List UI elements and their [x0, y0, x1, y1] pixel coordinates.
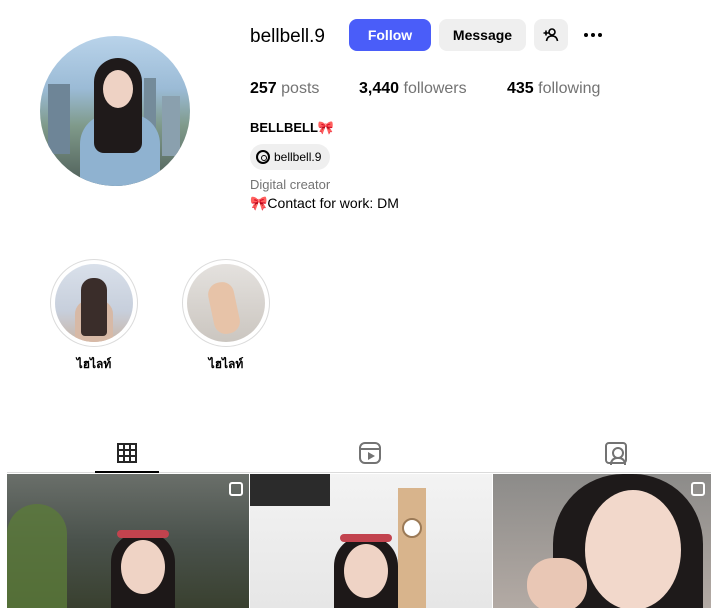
profile-category: Digital creator: [250, 177, 331, 192]
tab-reels[interactable]: [338, 434, 402, 472]
carousel-icon: [229, 482, 243, 496]
highlight-cover: [50, 259, 138, 347]
highlight-cover: [182, 259, 270, 347]
profile-username: bellbell.9: [250, 26, 325, 47]
carousel-icon: [691, 482, 705, 496]
post-thumbnail[interactable]: [493, 474, 711, 608]
followers-count: 3,440: [359, 80, 400, 97]
add-user-icon: [543, 28, 559, 42]
threads-handle: bellbell.9: [274, 150, 322, 164]
active-tab-indicator: [95, 471, 159, 473]
more-options-button[interactable]: [580, 26, 606, 44]
tagged-icon: [605, 442, 627, 465]
tab-tagged[interactable]: [584, 434, 648, 472]
following-count: 435: [507, 80, 534, 97]
tab-posts[interactable]: [95, 434, 159, 472]
posts-count: 257: [250, 80, 277, 97]
profile-bio: 🎀Contact for work: DM: [250, 195, 399, 211]
posts-label: posts: [281, 80, 320, 97]
profile-full-name: BELLBELL🎀: [250, 120, 335, 135]
highlight-label: ไฮไลท์: [76, 357, 112, 371]
more-options-icon: [584, 33, 588, 37]
posts-stat: 257 posts: [250, 80, 319, 98]
highlight-item[interactable]: ไฮไลท์: [181, 259, 271, 374]
add-user-button[interactable]: [534, 19, 568, 51]
follow-button[interactable]: Follow: [349, 19, 431, 51]
message-button[interactable]: Message: [439, 19, 526, 51]
post-thumbnail[interactable]: [7, 474, 249, 608]
following-label: following: [538, 80, 601, 97]
following-stat[interactable]: 435 following: [507, 80, 600, 98]
threads-icon: [256, 150, 270, 164]
reels-icon: [359, 442, 381, 464]
profile-avatar[interactable]: [40, 36, 190, 186]
highlight-label: ไฮไลท์: [208, 357, 244, 371]
highlight-item[interactable]: ไฮไลท์: [49, 259, 139, 374]
followers-stat[interactable]: 3,440 followers: [359, 80, 467, 98]
followers-label: followers: [403, 80, 467, 97]
post-thumbnail[interactable]: [250, 474, 492, 608]
grid-icon: [117, 443, 137, 463]
threads-link[interactable]: bellbell.9: [250, 144, 331, 170]
